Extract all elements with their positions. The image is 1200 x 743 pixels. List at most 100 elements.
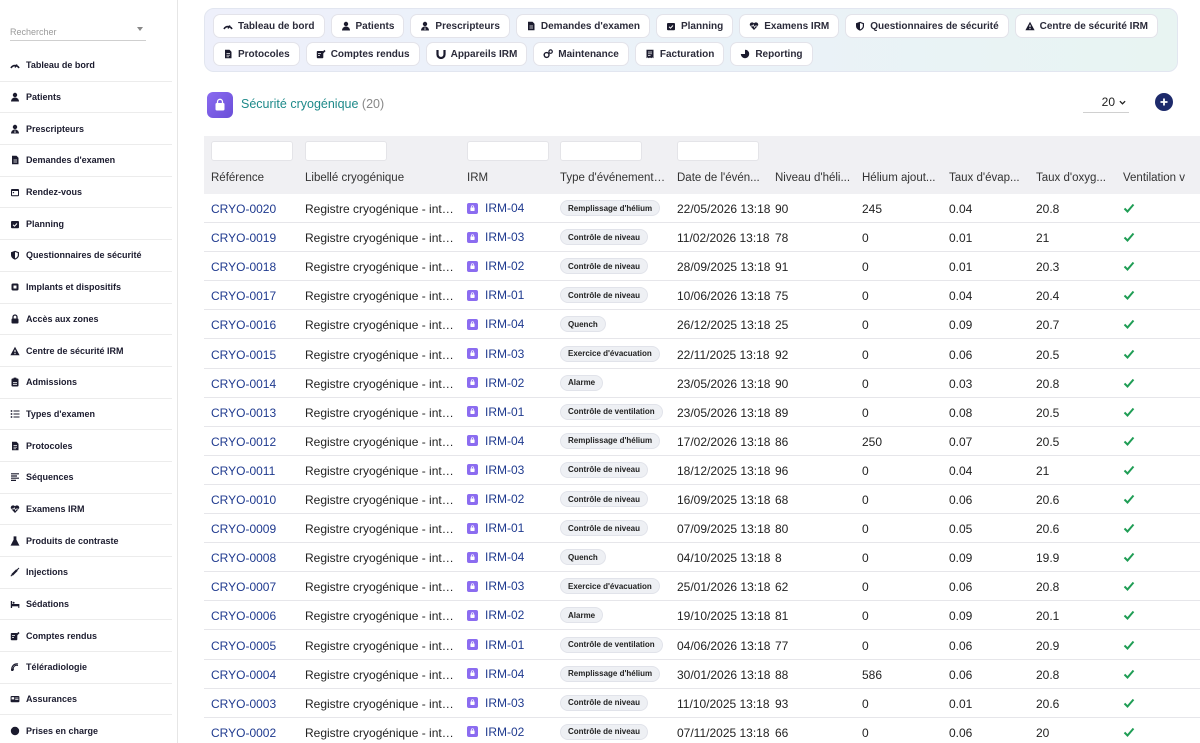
column-filter-input[interactable]: [305, 141, 387, 161]
irm-link[interactable]: IRM-03: [467, 463, 524, 477]
sidebar-item-sequences[interactable]: Séquences: [0, 462, 172, 494]
irm-link[interactable]: IRM-03: [467, 230, 524, 244]
table-row[interactable]: CRYO-0008 Registre cryogénique - inter...…: [204, 543, 1200, 573]
table-row[interactable]: CRYO-0020 Registre cryogénique - inter...…: [204, 194, 1200, 224]
reference-link[interactable]: CRYO-0013: [211, 406, 276, 420]
table-row[interactable]: CRYO-0018 Registre cryogénique - inter...…: [204, 252, 1200, 282]
table-row[interactable]: CRYO-0013 Registre cryogénique - inter...…: [204, 398, 1200, 427]
sidebar-item-prises-en-charge[interactable]: Prises en charge: [0, 715, 172, 743]
search-input[interactable]: [10, 23, 130, 41]
sidebar-item-planning[interactable]: Planning: [0, 208, 172, 241]
table-row[interactable]: CRYO-0017 Registre cryogénique - inter...…: [204, 281, 1200, 311]
nav-button-questionnaires-de-securite[interactable]: Questionnaires de sécurité: [845, 14, 1009, 38]
reference-link[interactable]: CRYO-0003: [211, 697, 276, 711]
table-row[interactable]: CRYO-0014 Registre cryogénique - inter...…: [204, 369, 1200, 398]
rows-per-page-select[interactable]: 20: [1083, 92, 1129, 113]
reference-link[interactable]: CRYO-0019: [211, 231, 276, 245]
table-row[interactable]: CRYO-0011 Registre cryogénique - inter...…: [204, 456, 1200, 485]
table-row[interactable]: CRYO-0015 Registre cryogénique - inter...…: [204, 340, 1200, 369]
column-header[interactable]: Taux d'oxyg...: [1036, 172, 1116, 184]
column-header[interactable]: Référence: [211, 172, 301, 184]
column-header[interactable]: Hélium ajout...: [862, 172, 942, 184]
nav-button-maintenance[interactable]: Maintenance: [533, 42, 629, 66]
table-row[interactable]: CRYO-0004 Registre cryogénique - inter...…: [204, 660, 1200, 689]
sidebar-item-produits-de-contraste[interactable]: Produits de contraste: [0, 525, 172, 557]
nav-button-prescripteurs[interactable]: Prescripteurs: [410, 14, 510, 38]
table-row[interactable]: CRYO-0006 Registre cryogénique - inter...…: [204, 601, 1200, 631]
sidebar-item-acces-aux-zones[interactable]: Accès aux zones: [0, 304, 172, 336]
reference-link[interactable]: CRYO-0012: [211, 435, 276, 449]
reference-link[interactable]: CRYO-0015: [211, 348, 276, 362]
sidebar-item-types-d-examen[interactable]: Types d'examen: [0, 399, 172, 431]
table-row[interactable]: CRYO-0012 Registre cryogénique - inter...…: [204, 427, 1200, 456]
irm-link[interactable]: IRM-01: [467, 405, 524, 419]
irm-link[interactable]: IRM-03: [467, 347, 524, 361]
table-row[interactable]: CRYO-0009 Registre cryogénique - inter...…: [204, 514, 1200, 544]
nav-button-appareils-irm[interactable]: Appareils IRM: [425, 42, 528, 66]
irm-link[interactable]: IRM-03: [467, 579, 524, 593]
table-row[interactable]: CRYO-0016 Registre cryogénique - inter...…: [204, 310, 1200, 340]
reference-link[interactable]: CRYO-0006: [211, 609, 276, 623]
irm-link[interactable]: IRM-04: [467, 201, 524, 215]
reference-link[interactable]: CRYO-0011: [211, 464, 275, 478]
sidebar-item-implants-et-dispositifs[interactable]: Implants et dispositifs: [0, 272, 172, 304]
column-header[interactable]: Date de l'évén...: [677, 172, 765, 184]
column-header[interactable]: Ventilation v: [1123, 172, 1200, 184]
sidebar-item-rendez-vous[interactable]: Rendez-vous: [0, 177, 172, 209]
nav-button-reporting[interactable]: Reporting: [730, 42, 813, 66]
column-header[interactable]: Taux d'évap...: [949, 172, 1029, 184]
nav-button-comptes-rendus[interactable]: Comptes rendus: [305, 42, 420, 66]
reference-link[interactable]: CRYO-0017: [211, 289, 276, 303]
sidebar-item-questionnaires-de-securite[interactable]: Questionnaires de sécurité: [0, 240, 172, 272]
sidebar-item-injections[interactable]: Injections: [0, 557, 172, 589]
sidebar-item-prescripteurs[interactable]: Prescripteurs: [0, 113, 172, 146]
table-row[interactable]: CRYO-0005 Registre cryogénique - inter...…: [204, 631, 1200, 660]
reference-link[interactable]: CRYO-0014: [211, 377, 276, 391]
irm-link[interactable]: IRM-02: [467, 492, 524, 506]
table-row[interactable]: CRYO-0003 Registre cryogénique - inter...…: [204, 689, 1200, 718]
reference-link[interactable]: CRYO-0018: [211, 260, 276, 274]
irm-link[interactable]: IRM-02: [467, 259, 524, 273]
column-header[interactable]: Libellé cryogénique: [305, 172, 445, 184]
column-filter-input[interactable]: [467, 141, 549, 161]
reference-link[interactable]: CRYO-0008: [211, 551, 276, 565]
irm-link[interactable]: IRM-04: [467, 550, 524, 564]
sidebar-item-assurances[interactable]: Assurances: [0, 684, 172, 716]
sidebar-item-tableau-de-bord[interactable]: Tableau de bord: [0, 50, 172, 82]
nav-button-patients[interactable]: Patients: [330, 14, 405, 38]
reference-link[interactable]: CRYO-0005: [211, 639, 276, 653]
irm-link[interactable]: IRM-01: [467, 288, 524, 302]
column-filter-input[interactable]: [677, 141, 759, 161]
nav-button-protocoles[interactable]: Protocoles: [213, 42, 300, 66]
search-box[interactable]: [10, 22, 146, 41]
irm-link[interactable]: IRM-04: [467, 317, 524, 331]
reference-link[interactable]: CRYO-0009: [211, 522, 276, 536]
sidebar-item-sedations[interactable]: Sédations: [0, 589, 172, 621]
nav-button-planning[interactable]: Planning: [655, 14, 734, 38]
nav-button-facturation[interactable]: Facturation: [634, 42, 725, 66]
irm-link[interactable]: IRM-04: [467, 434, 524, 448]
table-row[interactable]: CRYO-0002 Registre cryogénique - inter...…: [204, 718, 1200, 743]
table-row[interactable]: CRYO-0019 Registre cryogénique - inter...…: [204, 223, 1200, 253]
sidebar-item-demandes-d-examen[interactable]: Demandes d'examen: [0, 145, 172, 177]
sidebar-item-patients[interactable]: Patients: [0, 82, 172, 114]
column-header[interactable]: Niveau d'héli...: [775, 172, 855, 184]
sidebar-item-admissions[interactable]: Admissions: [0, 367, 172, 399]
nav-button-demandes-d-examen[interactable]: Demandes d'examen: [515, 14, 650, 38]
column-header[interactable]: IRM: [467, 172, 552, 184]
irm-link[interactable]: IRM-02: [467, 608, 524, 622]
column-filter-input[interactable]: [560, 141, 642, 161]
reference-link[interactable]: CRYO-0010: [211, 493, 276, 507]
sidebar-item-protocoles[interactable]: Protocoles: [0, 430, 172, 462]
sidebar-item-centre-de-securite-irm[interactable]: Centre de sécurité IRM: [0, 335, 172, 367]
irm-link[interactable]: IRM-03: [467, 696, 524, 710]
column-filter-input[interactable]: [211, 141, 293, 161]
irm-link[interactable]: IRM-04: [467, 667, 524, 681]
nav-button-tableau-de-bord[interactable]: Tableau de bord: [213, 14, 325, 38]
nav-button-centre-de-securite-irm[interactable]: Centre de sécurité IRM: [1014, 14, 1159, 38]
reference-link[interactable]: CRYO-0002: [211, 726, 276, 740]
nav-button-examens-irm[interactable]: Examens IRM: [739, 14, 840, 38]
reference-link[interactable]: CRYO-0004: [211, 668, 276, 682]
reference-link[interactable]: CRYO-0016: [211, 318, 276, 332]
sidebar-item-teleradiologie[interactable]: Téléradiologie: [0, 652, 172, 684]
